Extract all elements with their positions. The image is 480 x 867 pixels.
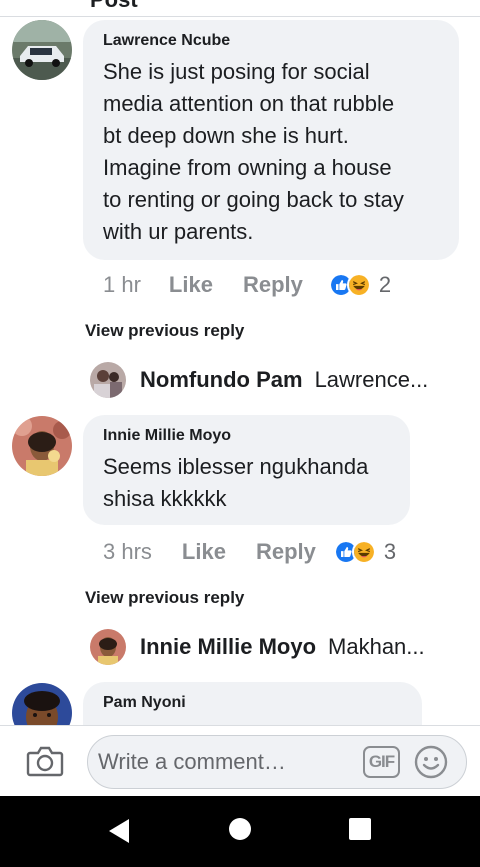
back-icon[interactable] (107, 818, 131, 844)
comment-bubble[interactable]: Pam Nyoni (83, 682, 422, 725)
haha-reaction-icon (351, 540, 376, 564)
like-button[interactable]: Like (169, 272, 213, 298)
haha-reaction-icon (346, 273, 371, 297)
system-navigation-bar (0, 796, 480, 867)
comment-text-line: Seems iblesser ngukhanda (103, 454, 369, 479)
avatar-innie-millie-moyo-small[interactable] (90, 629, 126, 665)
reply-preview[interactable]: Innie Millie Moyo Makhan... (90, 627, 450, 667)
reply-text: Lawrence... (314, 367, 429, 392)
view-previous-reply-link[interactable]: View previous reply (85, 588, 244, 608)
comment-composer: Write a comment… GIF (0, 725, 480, 796)
reply-author[interactable]: Nomfundo Pam (140, 367, 303, 393)
comment-text-line: Imagine from owning a house (103, 155, 392, 180)
post-header: Post (0, 0, 480, 17)
comment-author[interactable]: Pam Nyoni (103, 694, 404, 712)
avatar-pam-nyoni[interactable] (12, 683, 72, 725)
reactions-summary[interactable] (333, 540, 376, 564)
comments-feed[interactable]: Lawrence Ncube She is just posing for so… (0, 17, 480, 725)
reply-text: Makhan... (328, 634, 425, 659)
reactions-summary[interactable] (328, 273, 371, 297)
comment-text-line: with ur parents. (103, 219, 254, 244)
reaction-count[interactable]: 3 (384, 539, 396, 565)
avatar-nomfundo-pam[interactable] (90, 362, 126, 398)
gif-icon[interactable]: GIF (363, 746, 400, 778)
emoji-icon[interactable] (414, 745, 448, 779)
comment-author[interactable]: Innie Millie Moyo (103, 427, 392, 445)
comment-timestamp: 1 hr (103, 272, 141, 297)
comment-input[interactable]: Write a comment… GIF (87, 735, 467, 789)
comment-bubble[interactable]: Lawrence Ncube She is just posing for so… (83, 20, 459, 260)
post-title-fragment: Post (90, 0, 138, 13)
reply-preview[interactable]: Nomfundo Pam Lawrence... (90, 360, 450, 400)
reply-button[interactable]: Reply (256, 539, 316, 565)
comment-actions: 1 hr Like Reply 2 (103, 271, 391, 299)
home-icon[interactable] (229, 818, 251, 840)
reply-button[interactable]: Reply (243, 272, 303, 298)
comment-author[interactable]: Lawrence Ncube (103, 32, 441, 50)
avatar-innie-millie-moyo[interactable] (12, 416, 72, 476)
comment-text-line: shisa kkkkkk (103, 486, 227, 511)
reaction-count[interactable]: 2 (379, 272, 391, 298)
recents-icon[interactable] (349, 818, 371, 840)
comment-actions: 3 hrs Like Reply 3 (103, 538, 396, 566)
avatar-lawrence-ncube[interactable] (12, 20, 72, 80)
comment-bubble[interactable]: Innie Millie Moyo Seems iblesser ngukhan… (83, 415, 410, 525)
camera-icon[interactable] (26, 744, 64, 778)
comment-input-placeholder: Write a comment… (98, 749, 286, 774)
comment-text-line: media attention on that rubble (103, 91, 395, 116)
comment-text-line: to renting or going back to stay (103, 187, 404, 212)
comment-timestamp: 3 hrs (103, 539, 152, 564)
comment-text-line: She is just posing for social (103, 59, 370, 84)
reply-author[interactable]: Innie Millie Moyo (140, 634, 316, 660)
view-previous-reply-link[interactable]: View previous reply (85, 321, 244, 341)
comment-text-line: bt deep down she is hurt. (103, 123, 349, 148)
like-button[interactable]: Like (182, 539, 226, 565)
